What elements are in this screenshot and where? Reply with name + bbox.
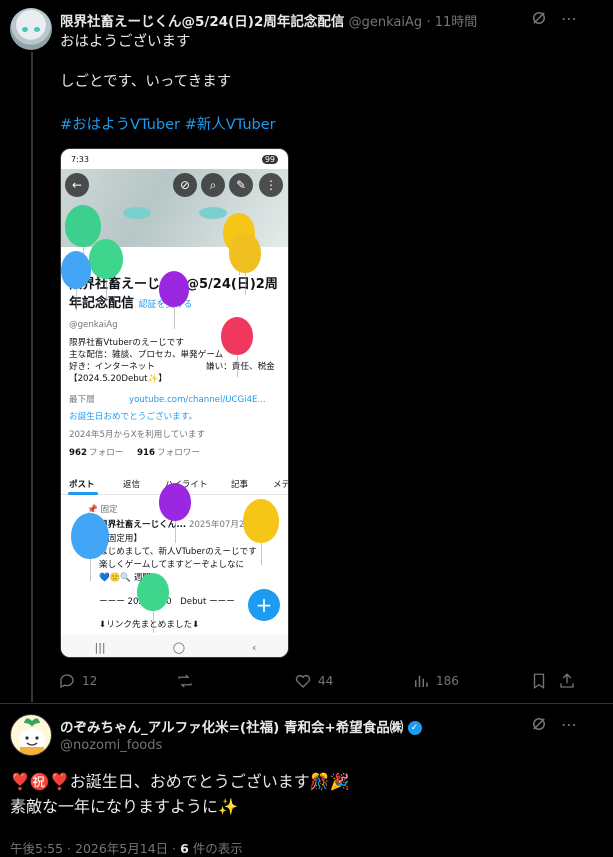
home-icon[interactable]: ◯	[173, 641, 185, 654]
green-balloon	[89, 239, 123, 301]
more-options-icon[interactable]: ⋮	[259, 173, 283, 197]
grok-icon[interactable]: ⊘	[173, 173, 197, 197]
share-icon	[560, 673, 574, 688]
attached-image[interactable]: 7:33 99 ← ⊘ ⌕ ✎ ⋮ 限界社畜えーじくん@5/24(日)2周年記念…	[60, 148, 289, 658]
yellow-balloon	[229, 233, 261, 295]
tweet-header: 限界社畜えーじくん@5/24(日)2周年記念配信 @genkaiAg · 11時…	[60, 10, 477, 30]
red-balloon	[221, 317, 253, 377]
divider	[0, 703, 613, 704]
tweet-timestamp[interactable]: 午後5:55 · 2026年5月14日 ·	[10, 841, 180, 856]
tweet-text-line: しごとです、いってきます	[60, 74, 232, 90]
bookmark-button[interactable]	[530, 672, 548, 690]
back-arrow-icon[interactable]: ←	[65, 173, 89, 197]
profile-bio: 主な配信：雑談、プロセカ、単発ゲーム	[69, 350, 224, 360]
blue-balloon	[61, 251, 91, 311]
hashtags[interactable]: #おはようVTuber #新人VTuber	[60, 115, 276, 135]
avatar-mascot-icon	[19, 718, 45, 755]
like-button[interactable]: 44	[294, 672, 333, 690]
author-handle[interactable]: @nozomi_foods	[60, 738, 162, 753]
avatar-eye	[34, 27, 40, 32]
post-text: 楽しくゲームしてますどーぞよしなに	[99, 560, 245, 570]
green-balloon	[137, 573, 169, 633]
tweet-time[interactable]: · 11時間	[426, 15, 477, 30]
author-name[interactable]: のぞみちゃん_アルファ化米=(社福) 青和会+希望食品㈱	[60, 720, 403, 736]
back-icon[interactable]: ‹	[252, 641, 256, 654]
repost-icon	[178, 674, 192, 688]
more-options-icon[interactable]: ⋯	[559, 714, 579, 734]
more-options-icon[interactable]: ⋯	[559, 8, 579, 28]
recent-apps-icon[interactable]: |||	[95, 641, 106, 654]
edit-icon[interactable]: ✎	[229, 173, 253, 197]
banner-eye	[123, 207, 151, 219]
avatar-eye	[22, 27, 28, 32]
yellow-balloon	[243, 499, 279, 565]
reply-icon	[60, 674, 74, 689]
author-handle[interactable]: @genkaiAg	[349, 15, 423, 30]
reply-count: 12	[82, 674, 98, 688]
profile-bio: 嫌い：責任、税金	[206, 362, 275, 372]
bookmark-icon	[533, 673, 545, 690]
action-bar: 12 44 186	[58, 672, 578, 692]
phone-status-time: 7:33	[71, 154, 89, 164]
repost-button[interactable]	[176, 672, 194, 690]
verified-badge-icon: ✓	[407, 721, 422, 735]
active-tab-indicator	[68, 492, 98, 495]
compose-button[interactable]: +	[248, 589, 280, 621]
profile-link[interactable]: youtube.com/channel/UCGi4E...	[129, 394, 266, 406]
like-count: 44	[318, 674, 334, 688]
banner-eye	[199, 207, 227, 219]
views-button[interactable]: 186	[412, 672, 459, 690]
share-button[interactable]	[558, 672, 576, 690]
green-balloon	[65, 205, 101, 269]
birthday-notice: お誕生日おめでとうございます。	[69, 412, 198, 422]
following-label: フォロー	[89, 448, 124, 458]
post-text: ⬇リンク先まとめました⬇	[99, 620, 200, 630]
followers-count[interactable]: 916	[137, 447, 155, 459]
reply-button[interactable]: 12	[58, 672, 97, 690]
profile-bio: 好き：インターネット	[69, 362, 155, 372]
views-icon	[415, 675, 428, 687]
author-name[interactable]: 限界社畜えーじくん@5/24(日)2周年記念配信	[60, 14, 344, 30]
thread-line	[31, 52, 33, 702]
phone-nav-bar: ||| ◯ ‹	[61, 635, 288, 657]
blue-balloon	[71, 513, 109, 581]
avatar[interactable]	[10, 8, 52, 50]
battery-badge: 99	[261, 154, 278, 164]
tab-posts[interactable]: ポスト	[69, 478, 95, 490]
purple-balloon	[159, 271, 189, 329]
post-text: はじめまして、新人VTuberのえーじです	[99, 547, 257, 557]
tweet-header-handle: @nozomi_foods	[60, 737, 162, 753]
profile-bio: 限界社畜Vtuberのえーじです	[69, 338, 184, 348]
view-label: 件の表示	[188, 841, 243, 856]
grok-icon[interactable]	[529, 8, 549, 28]
following-count[interactable]: 962	[69, 447, 87, 459]
tab-replies[interactable]: 返信	[123, 478, 140, 490]
profile-bio: 【2024.5.20Debut✨】	[69, 374, 167, 384]
phone-status-bar: 7:33 99	[61, 149, 288, 169]
grok-icon[interactable]	[529, 714, 549, 734]
profile-handle: @genkaiAg	[69, 320, 118, 330]
tab-articles[interactable]: 記事	[231, 478, 248, 490]
purple-balloon	[159, 483, 191, 543]
tweet-text-line: ❣️㊗️❣️お誕生日、おめでとうございます🎊🎉	[10, 772, 350, 791]
avatar[interactable]	[10, 714, 52, 756]
heart-icon	[295, 674, 311, 688]
view-count: 186	[436, 674, 459, 688]
followers-label: フォロワー	[157, 448, 200, 458]
tab-media[interactable]: メデ	[273, 478, 288, 490]
search-icon[interactable]: ⌕	[201, 173, 225, 197]
profile-location: 最下層	[69, 395, 95, 405]
tweet-header: のぞみちゃん_アルファ化米=(社福) 青和会+希望食品㈱ ✓	[60, 716, 422, 736]
joined-date: 2024年5月からXを利用しています	[69, 430, 206, 440]
view-count: 6	[180, 841, 189, 856]
tweet-meta: 午後5:55 · 2026年5月14日 · 6 件の表示	[10, 838, 243, 857]
tweet-text-line: おはようございます	[60, 34, 191, 50]
tweet-text-line: 素敵な一年になりますように✨	[10, 797, 238, 816]
